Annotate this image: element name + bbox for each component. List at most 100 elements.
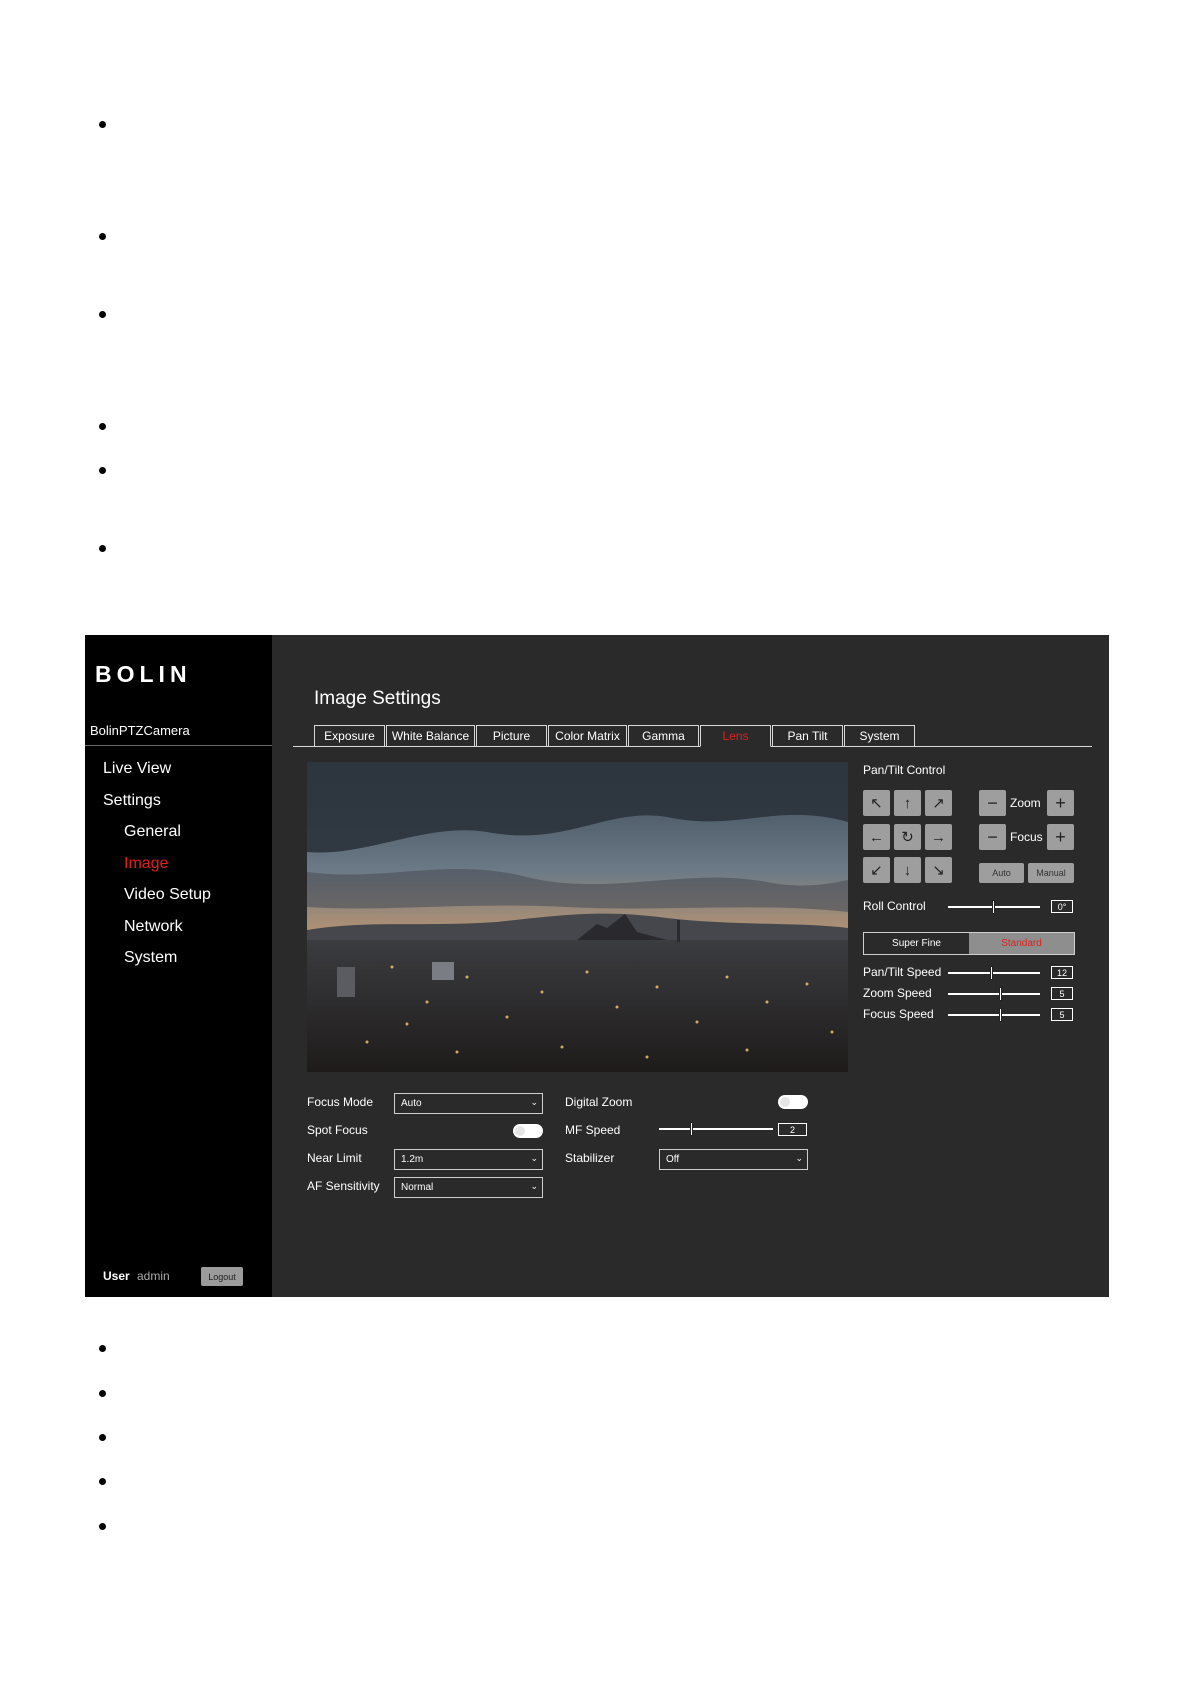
list-bullet: [99, 311, 106, 318]
nav-video-setup[interactable]: Video Setup: [124, 886, 211, 904]
focus-mode-label: Focus Mode: [307, 1095, 374, 1109]
plus-icon: +: [1055, 792, 1066, 813]
list-bullet: [99, 233, 106, 240]
plus-icon: +: [1055, 826, 1066, 847]
list-bullet: [99, 1434, 106, 1441]
near-limit-label: Near Limit: [307, 1151, 362, 1165]
speed-mode-standard[interactable]: Standard: [969, 933, 1074, 954]
user-name: admin: [137, 1269, 170, 1283]
focus-auto-button[interactable]: Auto: [979, 863, 1024, 883]
slider-thumb[interactable]: [999, 1008, 1002, 1022]
roll-control-value: 0°: [1051, 900, 1073, 913]
slider-track: [948, 993, 1040, 995]
roll-control-slider[interactable]: [948, 900, 1040, 914]
tab-gamma[interactable]: Gamma: [628, 725, 699, 746]
digital-zoom-label: Digital Zoom: [565, 1095, 633, 1109]
device-name: BolinPTZCamera: [90, 723, 190, 738]
pan-down-left-button[interactable]: ↙: [863, 857, 890, 883]
list-bullet: [99, 1478, 106, 1485]
focus-speed-slider[interactable]: [948, 1008, 1040, 1022]
pan-left-button[interactable]: ←: [863, 824, 890, 850]
camera-web-ui: BOLIN BolinPTZCamera Live View Settings …: [85, 635, 1109, 1297]
focus-speed-value: 5: [1051, 1008, 1073, 1021]
slider-thumb[interactable]: [999, 987, 1002, 1001]
focus-mode-value: Auto: [401, 1098, 422, 1109]
tab-picture[interactable]: Picture: [476, 725, 547, 746]
logout-button[interactable]: Logout: [201, 1267, 243, 1286]
nav-system[interactable]: System: [124, 949, 177, 967]
speed-mode-selector: Super Fine Standard: [863, 932, 1075, 955]
focus-speed-label: Focus Speed: [863, 1007, 934, 1021]
tab-color-matrix[interactable]: Color Matrix: [548, 725, 627, 746]
pan-tilt-speed-label: Pan/Tilt Speed: [863, 965, 942, 979]
list-bullet: [99, 1345, 106, 1352]
zoom-in-button[interactable]: +: [1047, 790, 1074, 816]
slider-track: [948, 972, 1040, 974]
zoom-label: Zoom: [1010, 796, 1041, 810]
tab-lens[interactable]: Lens: [700, 725, 771, 747]
near-limit-select[interactable]: 1.2m ⌄: [394, 1149, 543, 1170]
pan-up-button[interactable]: ↑: [894, 790, 921, 816]
minus-icon: −: [987, 826, 998, 847]
focus-manual-button[interactable]: Manual: [1028, 863, 1074, 883]
slider-thumb[interactable]: [990, 966, 993, 980]
af-sensitivity-select[interactable]: Normal ⌄: [394, 1177, 543, 1198]
page-title: Image Settings: [314, 688, 441, 709]
arrow-down-right-icon: ↘: [932, 862, 945, 879]
pan-down-right-button[interactable]: ↘: [925, 857, 952, 883]
af-sensitivity-label: AF Sensitivity: [307, 1179, 380, 1193]
focus-far-button[interactable]: +: [1047, 824, 1074, 850]
rotate-icon: ↻: [901, 829, 914, 846]
arrow-right-icon: →: [931, 828, 946, 846]
pan-home-button[interactable]: ↻: [894, 824, 921, 850]
arrow-left-icon: ←: [869, 828, 884, 846]
arrow-down-icon: ↓: [903, 861, 912, 879]
zoom-speed-value: 5: [1051, 987, 1073, 1000]
tab-exposure[interactable]: Exposure: [314, 725, 385, 746]
stabilizer-value: Off: [666, 1154, 680, 1165]
mf-speed-label: MF Speed: [565, 1123, 621, 1137]
spot-focus-toggle[interactable]: [513, 1124, 543, 1138]
nav-settings[interactable]: Settings: [103, 792, 161, 810]
digital-zoom-toggle[interactable]: [778, 1095, 808, 1109]
settings-tabs: Exposure White Balance Picture Color Mat…: [314, 725, 916, 747]
bolin-logo: BOLIN: [95, 661, 192, 687]
tab-white-balance[interactable]: White Balance: [386, 725, 475, 746]
pan-tilt-speed-value: 12: [1051, 966, 1073, 979]
focus-label: Focus: [1010, 830, 1043, 844]
nav-network[interactable]: Network: [124, 918, 183, 936]
focus-mode-select[interactable]: Auto ⌄: [394, 1093, 543, 1114]
zoom-speed-label: Zoom Speed: [863, 986, 932, 1000]
chevron-down-icon: ⌄: [530, 1153, 538, 1163]
tab-pan-tilt[interactable]: Pan Tilt: [772, 725, 843, 746]
slider-track: [659, 1128, 773, 1130]
user-label: User: [103, 1269, 130, 1283]
mf-speed-slider[interactable]: [659, 1122, 773, 1136]
pan-tilt-speed-slider[interactable]: [948, 966, 1040, 980]
chevron-down-icon: ⌄: [530, 1181, 538, 1191]
tab-divider: [293, 746, 1092, 747]
focus-near-button[interactable]: −: [979, 824, 1006, 850]
list-bullet: [99, 467, 106, 474]
nav-live-view[interactable]: Live View: [103, 760, 171, 778]
slider-track: [948, 1014, 1040, 1016]
pan-up-right-button[interactable]: ↗: [925, 790, 952, 816]
slider-thumb[interactable]: [690, 1122, 693, 1136]
pan-down-button[interactable]: ↓: [894, 857, 921, 883]
nav-general[interactable]: General: [124, 823, 181, 841]
zoom-speed-slider[interactable]: [948, 987, 1040, 1001]
speed-mode-super-fine[interactable]: Super Fine: [864, 933, 969, 954]
roll-control-label: Roll Control: [863, 899, 926, 913]
chevron-down-icon: ⌄: [795, 1153, 803, 1163]
zoom-out-button[interactable]: −: [979, 790, 1006, 816]
stabilizer-select[interactable]: Off ⌄: [659, 1149, 808, 1170]
spot-focus-label: Spot Focus: [307, 1123, 368, 1137]
list-bullet: [99, 423, 106, 430]
sidebar: BOLIN BolinPTZCamera Live View Settings …: [85, 635, 272, 1297]
slider-thumb[interactable]: [992, 900, 995, 914]
pan-right-button[interactable]: →: [925, 824, 952, 850]
nav-image[interactable]: Image: [124, 855, 168, 873]
tab-system[interactable]: System: [844, 725, 915, 746]
list-bullet: [99, 545, 106, 552]
pan-up-left-button[interactable]: ↖: [863, 790, 890, 816]
